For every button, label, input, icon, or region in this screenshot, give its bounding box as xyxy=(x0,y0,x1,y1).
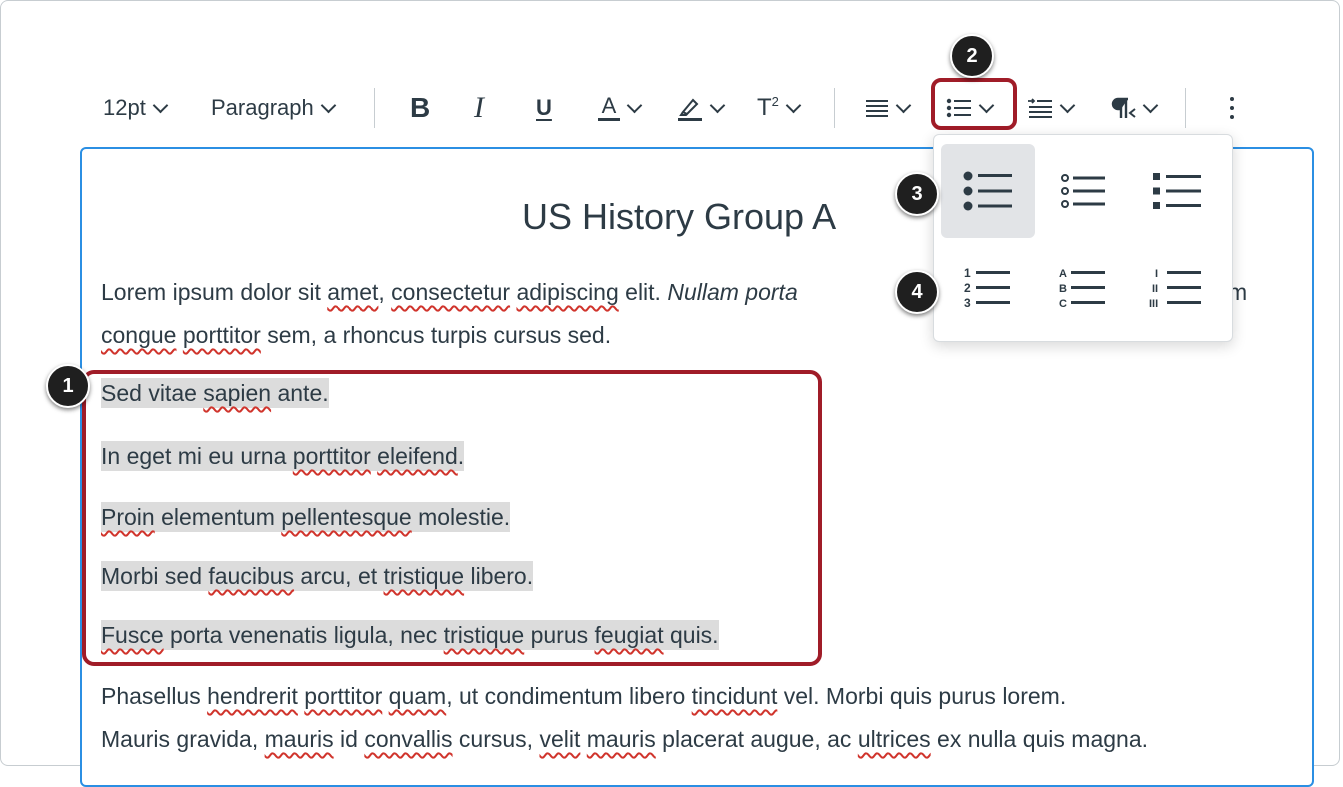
bullet-square-list-icon xyxy=(1153,173,1201,209)
chevron-down-icon xyxy=(785,97,802,113)
paragraph-direction-icon xyxy=(1111,97,1136,118)
lettered-list-option[interactable]: A B C xyxy=(1036,240,1130,334)
bullet-list-callout xyxy=(931,78,1017,130)
underline-button[interactable]: U xyxy=(536,80,552,136)
block-format-select[interactable]: Paragraph xyxy=(211,80,337,136)
bold-icon: B xyxy=(410,92,431,123)
step-badge-2: 2 xyxy=(950,34,994,78)
selected-lines-callout xyxy=(82,370,822,666)
superscript-letter: T xyxy=(757,94,772,121)
numbered-list-icon: 1 2 3 xyxy=(964,266,1010,310)
more-icon[interactable] xyxy=(1222,80,1242,136)
toolbar-divider xyxy=(374,88,375,128)
lettered-list-icon: A B C xyxy=(1059,268,1105,310)
paragraph-direction-button[interactable] xyxy=(1108,80,1159,136)
list-style-menu: 1 2 3 A B C I II III xyxy=(933,134,1233,342)
svg-text:I: I xyxy=(1155,268,1158,280)
highlighter-icon xyxy=(678,98,702,121)
bullet-circle-list-option[interactable] xyxy=(1036,144,1130,238)
italic-button[interactable]: I xyxy=(474,80,484,136)
step-badge-4: 4 xyxy=(895,270,939,314)
editor-toolbar: 12pt Paragraph B I U A T2 xyxy=(0,80,1343,136)
align-button[interactable] xyxy=(865,80,912,136)
svg-text:1: 1 xyxy=(964,266,971,280)
bold-button[interactable]: B xyxy=(410,80,430,136)
superscript-mark: 2 xyxy=(771,94,779,109)
chevron-down-icon xyxy=(626,97,643,113)
intro-paragraph-line-1: Lorem ipsum dolor sit amet, consectetur … xyxy=(101,279,798,305)
text-color-letter: A xyxy=(601,93,617,118)
chevron-down-icon xyxy=(709,97,726,113)
svg-text:A: A xyxy=(1059,268,1067,280)
bullet-square-list-option[interactable] xyxy=(1130,144,1224,238)
intro-paragraph-line-2: congue porttitor sem, a rhoncus turpis c… xyxy=(101,322,612,348)
text-color-bar xyxy=(598,118,620,121)
step-badge-3: 3 xyxy=(895,172,939,216)
svg-text:B: B xyxy=(1059,283,1067,295)
indent-button[interactable] xyxy=(1027,80,1076,136)
toolbar-divider xyxy=(1185,88,1186,128)
step-badge-1: 1 xyxy=(46,364,90,408)
svg-text:II: II xyxy=(1152,283,1158,295)
chevron-down-icon xyxy=(320,97,337,113)
document-title: US History Group A xyxy=(522,196,837,237)
font-size-select[interactable]: 12pt xyxy=(103,80,169,136)
outro-paragraph-line-2: Mauris gravida, mauris id convallis curs… xyxy=(101,726,1149,752)
superscript-button[interactable]: T2 xyxy=(757,80,802,136)
svg-text:III: III xyxy=(1149,298,1158,310)
svg-text:3: 3 xyxy=(964,296,971,310)
numbered-list-option[interactable]: 1 2 3 xyxy=(941,240,1035,334)
outro-paragraph-line-1: Phasellus hendrerit porttitor quam, ut c… xyxy=(101,683,1067,709)
bullet-disc-list-icon xyxy=(963,171,1012,211)
chevron-down-icon xyxy=(152,97,169,113)
highlight-color-button[interactable] xyxy=(677,80,726,136)
bullet-disc-list-option[interactable] xyxy=(941,144,1035,238)
bullet-circle-list-icon xyxy=(1061,174,1105,208)
chevron-down-icon xyxy=(1142,97,1159,113)
indent-icon xyxy=(1028,98,1052,118)
roman-numeral-list-option[interactable]: I II III xyxy=(1130,240,1224,334)
svg-text:2: 2 xyxy=(964,281,971,295)
chevron-down-icon xyxy=(1059,97,1076,113)
superscript-icon: T2 xyxy=(757,94,779,122)
chevron-down-icon xyxy=(895,97,912,113)
block-format-label: Paragraph xyxy=(211,95,314,120)
text-color-icon: A xyxy=(598,95,620,121)
underline-icon: U xyxy=(536,95,552,120)
svg-text:C: C xyxy=(1059,298,1067,310)
italic-icon: I xyxy=(474,91,484,124)
align-icon xyxy=(866,100,888,117)
toolbar-divider xyxy=(834,88,835,128)
roman-numeral-list-icon: I II III xyxy=(1149,268,1201,310)
font-size-label: 12pt xyxy=(103,95,146,120)
text-color-button[interactable]: A xyxy=(598,80,643,136)
